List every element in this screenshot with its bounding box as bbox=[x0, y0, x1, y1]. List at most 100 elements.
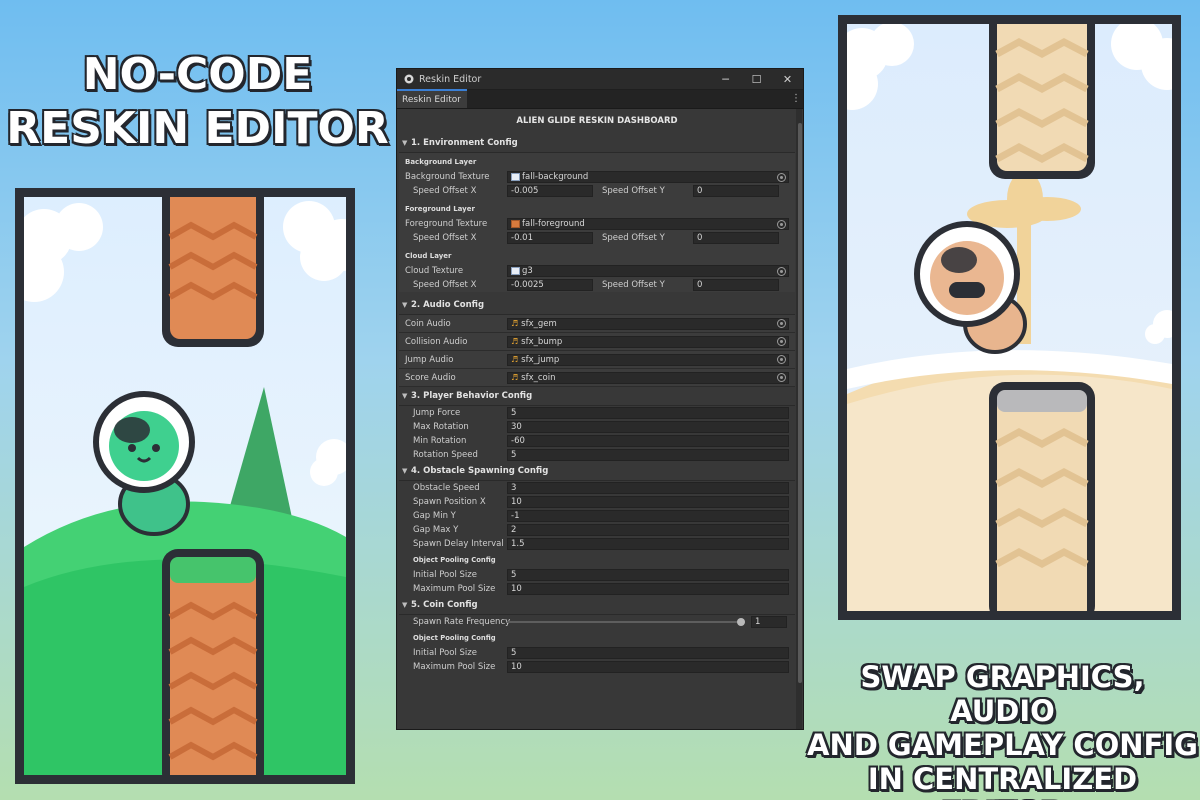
obstacle-max-pool-field[interactable]: 10 bbox=[507, 583, 789, 595]
maximize-button[interactable]: ☐ bbox=[741, 69, 772, 90]
fold-arrow-icon: ▼ bbox=[402, 467, 408, 475]
fg-speed-y-field[interactable]: 0 bbox=[693, 232, 779, 244]
object-picker-icon[interactable] bbox=[777, 319, 786, 328]
audio-field[interactable]: ♬ sfx_gem bbox=[507, 317, 789, 330]
headline-right-line-1: SWAP GRAPHICS, AUDIO bbox=[860, 659, 1146, 729]
headline-left: NO-CODE RESKIN EDITOR bbox=[0, 48, 395, 156]
section-obstacle[interactable]: ▼ 4. Obstacle Spawning Config bbox=[399, 462, 795, 480]
cloud-texture-field[interactable]: g3 bbox=[507, 265, 789, 277]
unity-icon bbox=[404, 74, 414, 84]
audio-value: sfx_jump bbox=[521, 354, 560, 365]
jump-force-field[interactable]: 5 bbox=[507, 407, 789, 419]
gap-max-y-field[interactable]: 2 bbox=[507, 524, 789, 536]
spawn-rate-slider[interactable] bbox=[507, 618, 745, 626]
audio-clip-icon: ♬ bbox=[511, 373, 519, 382]
audio-row: Coin Audio ♬ sfx_gem bbox=[399, 315, 795, 333]
bg-speed-y-field[interactable]: 0 bbox=[693, 185, 779, 197]
section-coin[interactable]: ▼ 5. Coin Config bbox=[399, 596, 795, 614]
audio-field[interactable]: ♬ sfx_jump bbox=[507, 353, 789, 366]
audio-row: Score Audio ♬ sfx_coin bbox=[399, 369, 795, 387]
kebab-menu-icon[interactable]: ⋮ bbox=[789, 93, 803, 108]
spawn-position-x-label: Spawn Position X bbox=[413, 497, 486, 507]
section-environment-label: 1. Environment Config bbox=[411, 138, 518, 148]
object-picker-icon[interactable] bbox=[777, 337, 786, 346]
max-rotation-field[interactable]: 30 bbox=[507, 421, 789, 433]
title-bar: Reskin Editor ─ ☐ ✕ bbox=[397, 69, 803, 90]
obstacle-pooling-header: Object Pooling Config bbox=[413, 556, 496, 564]
object-picker-icon[interactable] bbox=[777, 373, 786, 382]
spawn-rate-label: Spawn Rate Frequency bbox=[413, 617, 511, 627]
section-player-label: 3. Player Behavior Config bbox=[411, 391, 533, 401]
coin-max-pool-field[interactable]: 10 bbox=[507, 661, 789, 673]
background-texture-field[interactable]: fall-background bbox=[507, 171, 789, 183]
coin-max-pool-label: Maximum Pool Size bbox=[413, 662, 496, 672]
cloud-speed-x-field[interactable]: -0.0025 bbox=[507, 279, 593, 291]
cloud-speed-x-label: Speed Offset X bbox=[413, 280, 477, 290]
coin-initial-pool-field[interactable]: 5 bbox=[507, 647, 789, 659]
rotation-speed-label: Rotation Speed bbox=[413, 450, 478, 460]
section-obstacle-label: 4. Obstacle Spawning Config bbox=[411, 466, 549, 476]
audio-clip-icon: ♬ bbox=[511, 319, 519, 328]
texture-icon bbox=[511, 267, 520, 275]
tab-bar: Reskin Editor ⋮ bbox=[397, 89, 803, 109]
window-title: Reskin Editor bbox=[419, 73, 482, 85]
section-player[interactable]: ▼ 3. Player Behavior Config bbox=[399, 387, 795, 405]
object-picker-icon[interactable] bbox=[777, 172, 786, 182]
object-picker-icon[interactable] bbox=[777, 355, 786, 364]
close-button[interactable]: ✕ bbox=[772, 69, 803, 90]
obstacle-speed-field[interactable]: 3 bbox=[507, 482, 789, 494]
audio-value: sfx_gem bbox=[521, 318, 557, 329]
fold-arrow-icon: ▼ bbox=[402, 139, 408, 147]
section-audio[interactable]: ▼ 2. Audio Config bbox=[399, 296, 795, 314]
min-rotation-label: Min Rotation bbox=[413, 436, 467, 446]
coin-body: Spawn Rate Frequency 1 Object Pooling Co… bbox=[399, 614, 795, 674]
gap-min-y-field[interactable]: -1 bbox=[507, 510, 789, 522]
headline-right: SWAP GRAPHICS, AUDIO AND GAMEPLAY CONFIG… bbox=[805, 659, 1200, 800]
audio-field[interactable]: ♬ sfx_bump bbox=[507, 335, 789, 348]
pipe-bottom-right bbox=[989, 382, 1095, 611]
obstacle-initial-pool-field[interactable]: 5 bbox=[507, 569, 789, 581]
scrollbar-thumb[interactable] bbox=[798, 123, 802, 683]
foreground-texture-field[interactable]: fall-foreground bbox=[507, 218, 789, 230]
reskin-editor-window: Reskin Editor ─ ☐ ✕ Reskin Editor ⋮ ALIE… bbox=[396, 68, 804, 730]
audio-field[interactable]: ♬ sfx_coin bbox=[507, 371, 789, 384]
rotation-speed-field[interactable]: 5 bbox=[507, 449, 789, 461]
audio-value: sfx_coin bbox=[521, 372, 556, 383]
texture-icon bbox=[511, 173, 520, 181]
maximize-icon: ☐ bbox=[751, 72, 762, 86]
jump-force-label: Jump Force bbox=[413, 408, 461, 418]
bg-speed-x-label: Speed Offset X bbox=[413, 186, 477, 196]
fg-speed-x-field[interactable]: -0.01 bbox=[507, 232, 593, 244]
headline-left-line-2: RESKIN EDITOR bbox=[5, 102, 390, 155]
game-scene-left bbox=[24, 197, 346, 775]
audio-label: Coin Audio bbox=[405, 318, 451, 329]
section-environment[interactable]: ▼ 1. Environment Config bbox=[399, 134, 795, 152]
obstacle-initial-pool-label: Initial Pool Size bbox=[413, 570, 477, 580]
pipe-top-left bbox=[162, 197, 264, 347]
spawn-rate-value[interactable]: 1 bbox=[751, 616, 787, 628]
cloud-layer-header: Cloud Layer bbox=[405, 252, 452, 260]
dashboard-title: ALIEN GLIDE RESKIN DASHBOARD bbox=[516, 116, 678, 126]
foreground-texture-label: Foreground Texture bbox=[405, 219, 488, 229]
section-coin-label: 5. Coin Config bbox=[411, 600, 478, 610]
game-preview-left bbox=[15, 188, 355, 784]
max-rotation-label: Max Rotation bbox=[413, 422, 469, 432]
minimize-button[interactable]: ─ bbox=[710, 69, 741, 90]
cloud-speed-y-field[interactable]: 0 bbox=[693, 279, 779, 291]
game-scene-right bbox=[847, 24, 1172, 611]
coin-pooling-header: Object Pooling Config bbox=[413, 634, 496, 642]
min-rotation-field[interactable]: -60 bbox=[507, 435, 789, 447]
audio-value: sfx_bump bbox=[521, 336, 563, 347]
tab-reskin-editor[interactable]: Reskin Editor bbox=[397, 89, 467, 108]
section-audio-label: 2. Audio Config bbox=[411, 300, 485, 310]
audio-body: Coin Audio ♬ sfx_gem Collision Audio ♬ sfx… bbox=[399, 314, 795, 387]
audio-row: Jump Audio ♬ sfx_jump bbox=[399, 351, 795, 369]
background-layer-header: Background Layer bbox=[405, 158, 477, 166]
foreground-layer-header: Foreground Layer bbox=[405, 205, 475, 213]
object-picker-icon[interactable] bbox=[777, 266, 786, 276]
bg-speed-x-field[interactable]: -0.005 bbox=[507, 185, 593, 197]
slider-handle[interactable] bbox=[737, 618, 745, 626]
spawn-position-x-field[interactable]: 10 bbox=[507, 496, 789, 508]
spawn-delay-field[interactable]: 1.5 bbox=[507, 538, 789, 550]
object-picker-icon[interactable] bbox=[777, 219, 786, 229]
